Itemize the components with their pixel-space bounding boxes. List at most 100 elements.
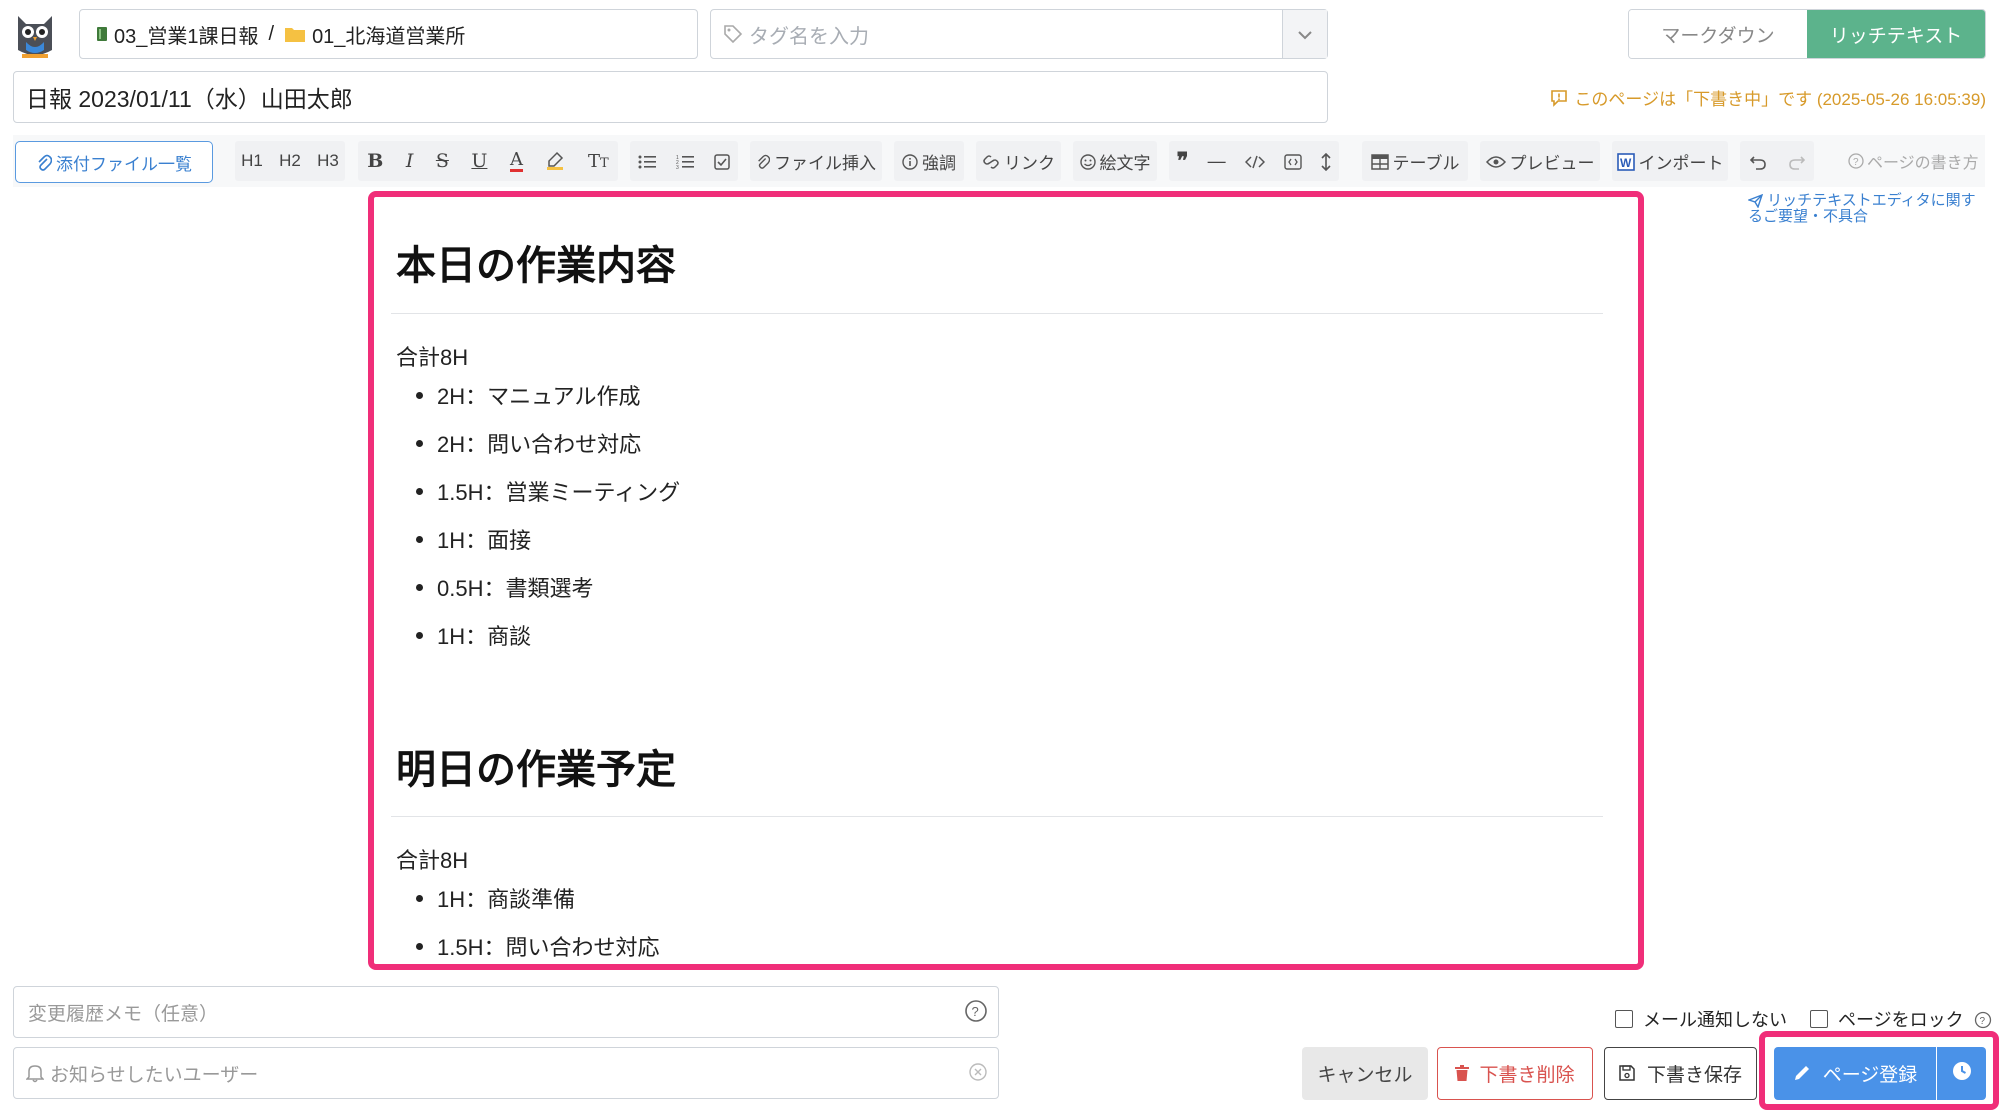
notify-users-input[interactable]: お知らせしたいユーザー [13, 1047, 999, 1099]
pencil-icon [1793, 1063, 1811, 1085]
send-icon [1748, 192, 1767, 209]
checklist-icon[interactable] [714, 151, 730, 171]
history-buttons [1740, 141, 1814, 181]
checkbox-box[interactable] [1810, 1010, 1828, 1028]
emphasis-label: 強調 [922, 153, 956, 173]
preview-label: プレビュー [1509, 153, 1595, 173]
line-height-icon[interactable] [1321, 151, 1331, 171]
change-memo-placeholder: 変更履歴メモ（任意） [28, 1003, 219, 1025]
import-button[interactable]: W インポート [1612, 141, 1728, 181]
register-page-label: ページ登録 [1822, 1065, 1918, 1086]
help-circle-icon[interactable]: ? [1974, 1009, 1992, 1030]
eye-icon [1485, 151, 1506, 171]
h3-button[interactable]: H3 [311, 151, 345, 171]
list-item: 1H：商談 [416, 619, 531, 651]
page-help-link[interactable]: ? ページの書き方 [1848, 141, 1979, 181]
draft-status: このページは「下書き中」です (2025-05-26 16:05:39) [1550, 85, 1986, 110]
link-label: リンク [1004, 153, 1055, 173]
italic-icon[interactable]: I [406, 150, 414, 172]
save-draft-button[interactable]: 下書き保存 [1604, 1047, 1757, 1100]
heading-divider [391, 816, 1603, 817]
section-heading: 明日の作業予定 [396, 748, 676, 792]
strikethrough-icon[interactable]: S [436, 150, 449, 172]
import-label: インポート [1638, 153, 1724, 173]
tag-dropdown-button[interactable] [1282, 10, 1327, 58]
code-icon[interactable] [1244, 151, 1265, 171]
page-help-label: ページの書き方 [1867, 155, 1979, 172]
tag-input-placeholder: タグ名を入力 [749, 25, 869, 48]
underline-icon[interactable]: U [471, 150, 487, 172]
page-title-input[interactable]: 日報 2023/01/11（水）山田太郎 [13, 71, 1328, 123]
text-size-icon[interactable]: TT [588, 151, 609, 172]
lock-page-checkbox[interactable]: ページをロック ? [1810, 1006, 1992, 1032]
heading-buttons: H1 H2 H3 [235, 141, 345, 181]
clock-icon [1952, 1061, 1972, 1086]
list-item: 0.5H：書類選考 [416, 571, 593, 603]
delete-draft-button[interactable]: 下書き削除 [1437, 1047, 1593, 1100]
emoji-label: 絵文字 [1099, 153, 1151, 173]
highlight-icon[interactable] [545, 151, 565, 172]
emphasis-button[interactable]: 強調 [894, 141, 964, 181]
svg-text:?: ? [1853, 157, 1859, 168]
redo-icon[interactable] [1788, 151, 1805, 171]
clear-circle-icon[interactable] [968, 1062, 988, 1088]
draft-status-text: このページは「下書き中」です (2025-05-26 16:05:39) [1574, 90, 1986, 109]
no-mail-label: メール通知しない [1643, 1010, 1787, 1030]
feedback-label: リッチテキストエディタに関するご要望・不具合 [1748, 192, 1976, 225]
svg-text:?: ? [972, 1004, 979, 1019]
emoji-button[interactable]: 絵文字 [1073, 141, 1157, 181]
h2-button[interactable]: H2 [273, 151, 307, 171]
svg-text:?: ? [1979, 1016, 1985, 1027]
table-label: テーブル [1392, 153, 1460, 173]
change-memo-input[interactable]: 変更履歴メモ（任意） ? [13, 986, 999, 1038]
list-buttons: 123 [630, 141, 738, 181]
horizontal-rule-icon[interactable]: — [1208, 151, 1226, 172]
svg-text:W: W [1620, 156, 1632, 170]
list-item: 1H：商談準備 [416, 882, 575, 914]
font-color-icon[interactable]: A [509, 150, 523, 172]
markdown-mode-button[interactable]: マークダウン [1629, 10, 1807, 58]
save-draft-label: 下書き保存 [1646, 1065, 1742, 1086]
help-circle-icon[interactable]: ? [964, 999, 988, 1029]
register-page-button[interactable]: ページ登録 [1774, 1047, 1936, 1100]
format-buttons: B I S U A TT [358, 141, 618, 181]
code-block-icon[interactable] [1284, 151, 1302, 171]
feedback-link[interactable]: リッチテキストエディタに関するご要望・不具合 [1748, 193, 1988, 225]
table-icon [1370, 151, 1389, 171]
bold-icon[interactable]: B [367, 150, 383, 172]
numbered-list-icon[interactable]: 123 [676, 151, 694, 171]
checkbox-box[interactable] [1615, 1010, 1633, 1028]
insert-file-button[interactable]: ファイル挿入 [750, 141, 882, 181]
lock-page-label: ページをロック [1838, 1010, 1964, 1030]
breadcrumb-notebook[interactable]: 03_営業1課日報 [114, 20, 259, 49]
breadcrumb[interactable]: 03_営業1課日報 / 01_北海道営業所 [79, 9, 698, 59]
breadcrumb-folder[interactable]: 01_北海道営業所 [312, 20, 465, 49]
h1-button[interactable]: H1 [235, 151, 269, 171]
svg-text:3: 3 [676, 165, 679, 170]
quote-icon[interactable]: ❞ [1177, 148, 1189, 174]
list-item: 1.5H：問い合わせ対応 [416, 930, 659, 962]
bullet-list-icon[interactable] [638, 151, 656, 171]
paperclip-icon [36, 152, 52, 172]
table-button[interactable]: テーブル [1362, 141, 1468, 181]
schedule-publish-button[interactable] [1937, 1047, 1986, 1100]
total-hours: 合計8H [396, 848, 469, 873]
breadcrumb-separator: / [268, 22, 275, 45]
attachments-label: 添付ファイル一覧 [56, 154, 192, 174]
tag-input[interactable]: タグ名を入力 [710, 9, 1328, 59]
richtext-mode-button[interactable]: リッチテキスト [1807, 10, 1985, 58]
section-heading: 本日の作業内容 [396, 244, 676, 288]
no-mail-checkbox[interactable]: メール通知しない [1615, 1006, 1787, 1032]
app-logo-owl-icon[interactable] [12, 10, 58, 60]
link-button[interactable]: リンク [976, 141, 1061, 181]
cancel-button[interactable]: キャンセル [1302, 1047, 1428, 1100]
attachments-button[interactable]: 添付ファイル一覧 [15, 141, 213, 183]
floppy-disk-icon [1619, 1063, 1635, 1085]
folder-icon [284, 23, 306, 46]
undo-icon[interactable] [1749, 151, 1766, 171]
rich-text-editor[interactable]: 本日の作業内容 合計8H 2H：マニュアル作成 2H：問い合わせ対応 1.5H：… [368, 191, 1644, 970]
info-circle-icon [902, 151, 918, 171]
preview-button[interactable]: プレビュー [1480, 141, 1600, 181]
editor-mode-toggle[interactable]: マークダウン リッチテキスト [1628, 9, 1986, 59]
trash-icon [1455, 1063, 1470, 1085]
